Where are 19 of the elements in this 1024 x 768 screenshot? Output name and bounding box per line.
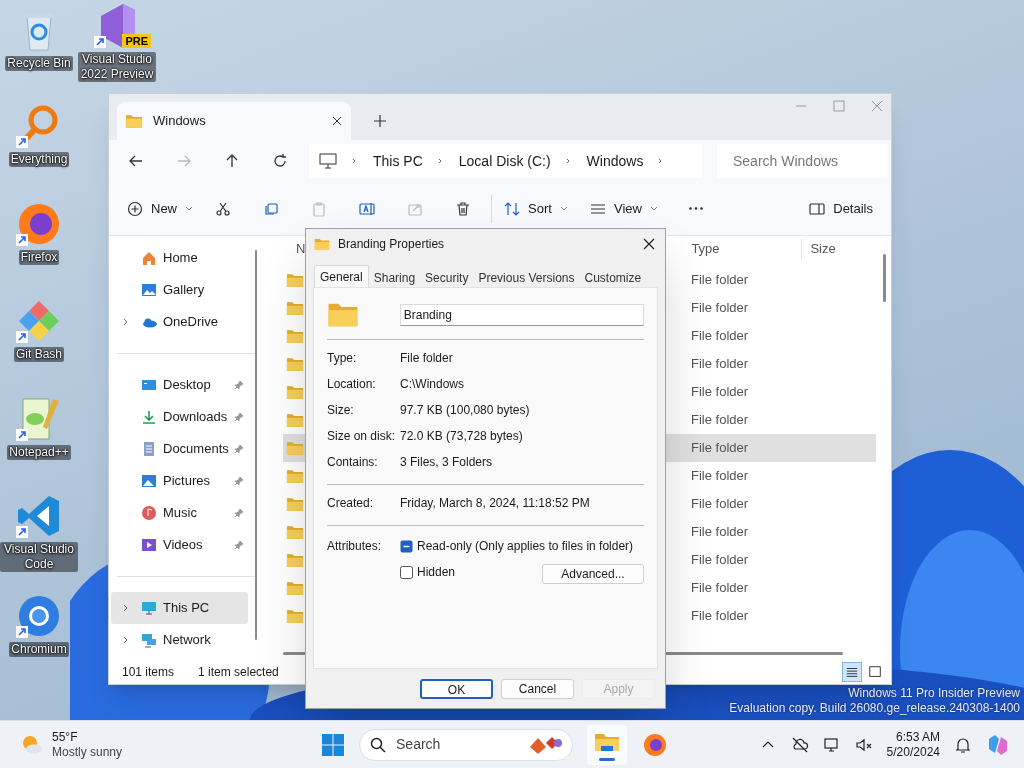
property-value: File folder (400, 350, 453, 367)
property-label: Type: (327, 350, 358, 367)
property-value: 72.0 KB (73,728 bytes) (400, 428, 523, 445)
property-value: C:\Windows (400, 376, 464, 393)
property-label: Created: (327, 495, 375, 512)
property-value: Friday, March 8, 2024, 11:18:52 PM (400, 495, 590, 512)
property-label: Size on disk: (327, 428, 397, 445)
property-value: 97.7 KB (100,080 bytes) (400, 402, 530, 419)
property-label: Attributes: (327, 538, 383, 555)
dialog-title: Branding Properties (338, 236, 446, 253)
preview-label: PRE (122, 34, 151, 48)
property-label: Location: (327, 376, 377, 393)
property-label: Contains: (327, 454, 379, 471)
watermark-text: Windows 11 Pro Insider Preview (848, 686, 1020, 701)
property-label: Size: (327, 402, 355, 419)
item-count: 101 items (122, 663, 175, 681)
watermark-text: Evaluation copy. Build 26080.ge_release.240308-1400 (729, 701, 1020, 716)
property-value: 3 Files, 3 Folders (400, 454, 493, 471)
selection-count: 1 item selected (198, 663, 279, 681)
